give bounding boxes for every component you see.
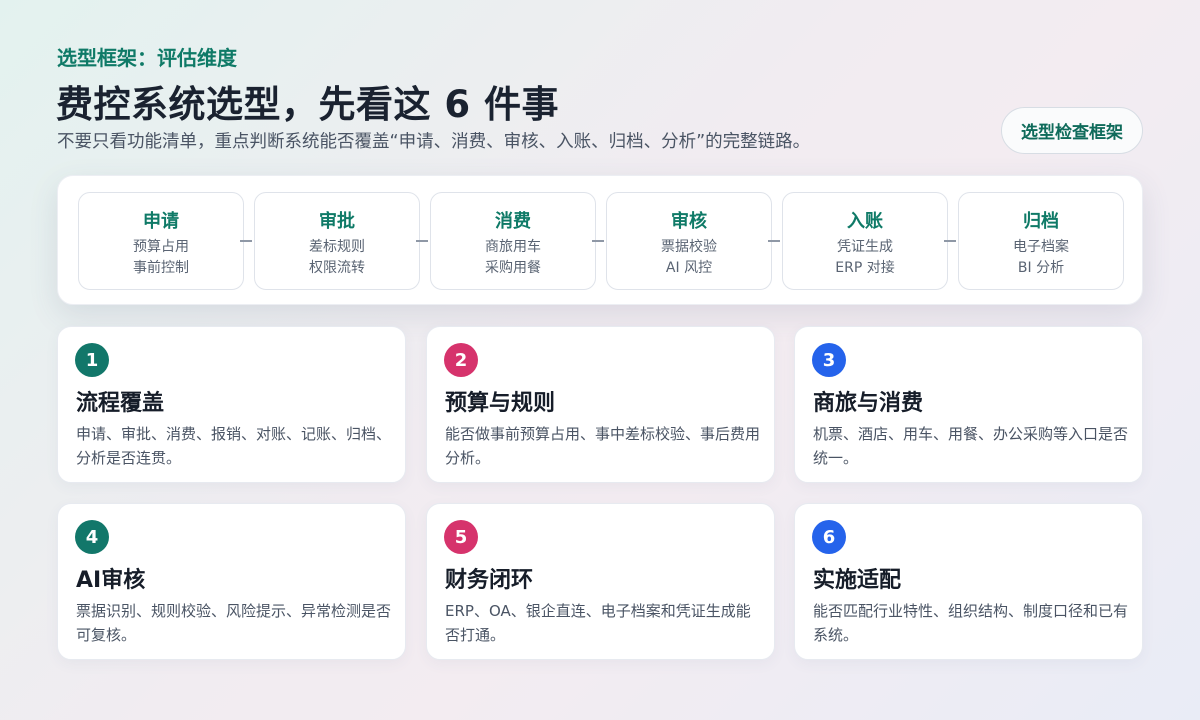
flow-panel: 申请 预算占用 事前控制 审批 差标规则 权限流转 消费 商旅用车 采购用餐 审… bbox=[57, 175, 1143, 305]
card-finance-loop[interactable]: 5 财务闭环 ERP、OA、银企直连、电子档案和凭证生成能否打通。 bbox=[426, 503, 775, 660]
flow-step-audit[interactable]: 审核 票据校验 AI 风控 bbox=[606, 192, 772, 290]
flow-connector bbox=[592, 240, 604, 242]
flow-step-detail: 电子档案 bbox=[1013, 239, 1069, 255]
flow-step-name: 审核 bbox=[671, 211, 707, 232]
card-travel-consumption[interactable]: 3 商旅与消费 机票、酒店、用车、用餐、办公采购等入口是否统一。 bbox=[794, 326, 1143, 483]
card-title: 预算与规则 bbox=[445, 391, 556, 416]
card-process-coverage[interactable]: 1 流程覆盖 申请、审批、消费、报销、对账、记账、归档、分析是否连贯。 bbox=[57, 326, 406, 483]
card-description: 申请、审批、消费、报销、对账、记账、归档、分析是否连贯。 bbox=[76, 425, 392, 467]
card-description: 票据识别、规则校验、风险提示、异常检测是否可复核。 bbox=[76, 602, 392, 644]
flow-step-detail: BI 分析 bbox=[1017, 260, 1065, 276]
flow-connector bbox=[944, 240, 956, 242]
flow-step-detail: 凭证生成 bbox=[837, 239, 893, 255]
flow-step-detail: 预算占用 bbox=[133, 239, 189, 255]
flow-step-detail: 票据校验 bbox=[661, 239, 717, 255]
flow-step-detail: ERP 对接 bbox=[835, 260, 895, 276]
framework-badge[interactable]: 选型检查框架 bbox=[1001, 107, 1143, 154]
flow-step-name: 入账 bbox=[847, 211, 883, 232]
flow-step-detail: 权限流转 bbox=[309, 260, 365, 276]
flow-step-detail: 商旅用车 bbox=[485, 239, 541, 255]
page-subtitle: 不要只看功能清单，重点判断系统能否覆盖“申请、消费、审核、入账、归档、分析”的完… bbox=[57, 132, 811, 152]
flow-connector bbox=[768, 240, 780, 242]
flow-step-consume[interactable]: 消费 商旅用车 采购用餐 bbox=[430, 192, 596, 290]
flow-step-detail: AI 风控 bbox=[665, 260, 713, 276]
flow-step-detail: 差标规则 bbox=[309, 239, 365, 255]
card-budget-rules[interactable]: 2 预算与规则 能否做事前预算占用、事中差标校验、事后费用分析。 bbox=[426, 326, 775, 483]
card-title: 实施适配 bbox=[813, 568, 902, 593]
flow-step-detail: 事前控制 bbox=[133, 260, 189, 276]
card-description: 机票、酒店、用车、用餐、办公采购等入口是否统一。 bbox=[813, 425, 1129, 467]
flow-step-booking[interactable]: 入账 凭证生成 ERP 对接 bbox=[782, 192, 948, 290]
card-title: 财务闭环 bbox=[445, 568, 534, 593]
number-badge: 4 bbox=[75, 520, 109, 554]
flow-step-name: 消费 bbox=[495, 211, 531, 232]
number-badge: 5 bbox=[444, 520, 478, 554]
number-badge: 6 bbox=[812, 520, 846, 554]
flow-connector bbox=[240, 240, 252, 242]
page-title: 费控系统选型，先看这 6 件事 bbox=[56, 83, 560, 126]
card-implementation-fit[interactable]: 6 实施适配 能否匹配行业特性、组织结构、制度口径和已有系统。 bbox=[794, 503, 1143, 660]
flow-step-name: 审批 bbox=[319, 211, 355, 232]
number-badge: 2 bbox=[444, 343, 478, 377]
card-title: 商旅与消费 bbox=[813, 391, 924, 416]
number-badge: 1 bbox=[75, 343, 109, 377]
number-badge: 3 bbox=[812, 343, 846, 377]
card-description: ERP、OA、银企直连、电子档案和凭证生成能否打通。 bbox=[445, 602, 751, 644]
flow-step-detail: 采购用餐 bbox=[485, 260, 541, 276]
flow-step-approve[interactable]: 审批 差标规则 权限流转 bbox=[254, 192, 420, 290]
flow-connector bbox=[416, 240, 428, 242]
card-description: 能否匹配行业特性、组织结构、制度口径和已有系统。 bbox=[813, 602, 1129, 644]
flow-step-apply[interactable]: 申请 预算占用 事前控制 bbox=[78, 192, 244, 290]
flow-step-archive[interactable]: 归档 电子档案 BI 分析 bbox=[958, 192, 1124, 290]
flow-step-name: 申请 bbox=[143, 211, 179, 232]
card-ai-audit[interactable]: 4 AI审核 票据识别、规则校验、风险提示、异常检测是否可复核。 bbox=[57, 503, 406, 660]
flow-step-name: 归档 bbox=[1023, 211, 1059, 232]
eyebrow-label: 选型框架：评估维度 bbox=[57, 46, 237, 70]
card-title: 流程覆盖 bbox=[76, 391, 165, 416]
card-description: 能否做事前预算占用、事中差标校验、事后费用分析。 bbox=[445, 425, 761, 467]
card-title: AI审核 bbox=[76, 568, 146, 593]
